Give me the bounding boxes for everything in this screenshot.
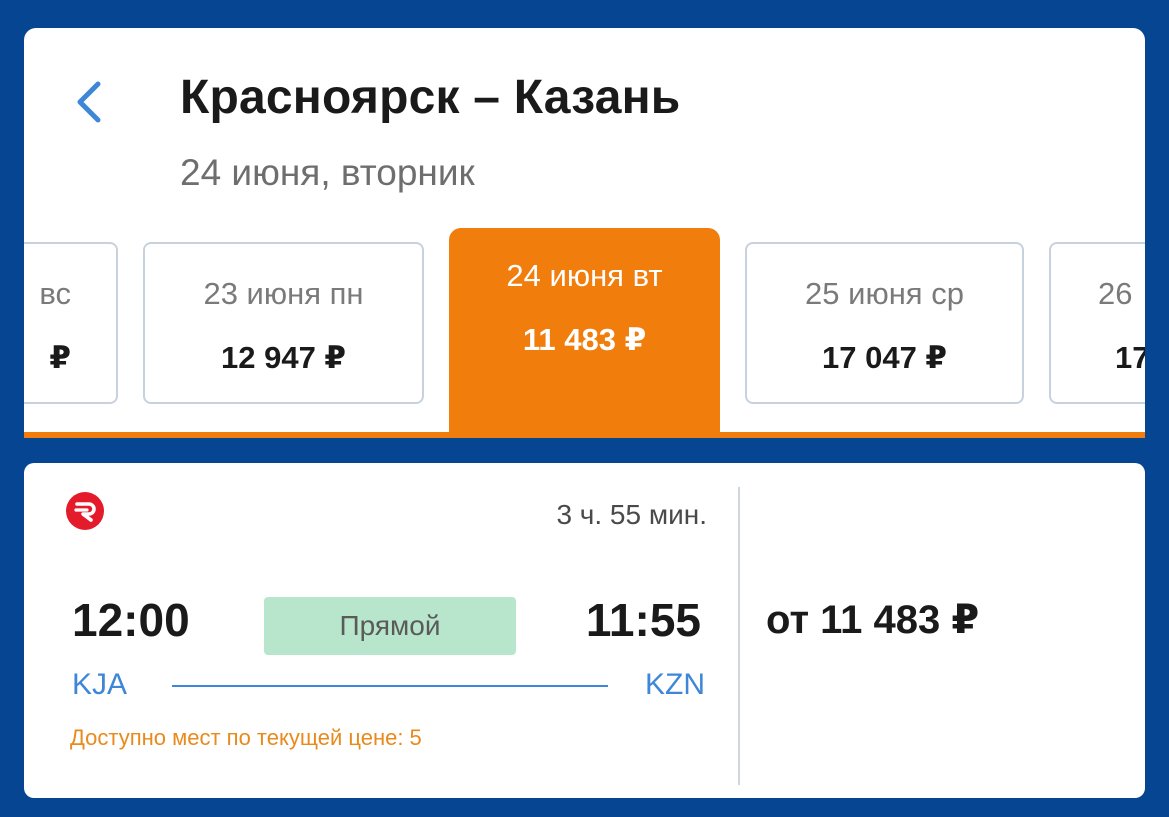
page-title: Красноярск – Казань bbox=[180, 71, 681, 124]
date-tab-price: 17 047 ₽ bbox=[822, 340, 947, 375]
flight-card[interactable]: 3 ч. 55 мин. 12:00 Прямой 11:55 KJA KZN … bbox=[24, 463, 1145, 798]
direct-flight-badge: Прямой bbox=[264, 597, 516, 655]
date-tab-price: 12 947 ₽ bbox=[221, 340, 346, 375]
date-tab-date: вс bbox=[39, 276, 71, 311]
date-tab-26-june[interactable]: 26 17 bbox=[1049, 242, 1145, 404]
back-button[interactable] bbox=[68, 74, 116, 130]
airline-logo-icon bbox=[66, 492, 104, 530]
route-date: 24 июня, вторник bbox=[180, 152, 475, 193]
date-tab-date: 24 июня вт bbox=[506, 258, 663, 293]
chevron-left-icon bbox=[77, 81, 101, 123]
date-tab-23-june[interactable]: 23 июня пн 12 947 ₽ bbox=[143, 242, 424, 404]
date-tab-25-june[interactable]: 25 июня ср 17 047 ₽ bbox=[745, 242, 1024, 404]
route-line bbox=[172, 685, 608, 687]
date-tab-sunday[interactable]: вс ₽ bbox=[24, 242, 118, 404]
arrival-airport-code[interactable]: KZN bbox=[645, 668, 705, 702]
date-tab-price: 17 bbox=[1115, 340, 1145, 375]
card-divider bbox=[738, 487, 740, 785]
seats-availability-note: Доступно мест по текущей цене: 5 bbox=[70, 725, 422, 750]
date-selector: вс ₽ 23 июня пн 12 947 ₽ 24 июня вт 11 4… bbox=[24, 228, 1145, 438]
date-tab-price: 11 483 ₽ bbox=[522, 322, 647, 357]
flight-price[interactable]: от 11 483 ₽ bbox=[766, 597, 979, 643]
date-tab-date: 26 bbox=[1098, 276, 1133, 311]
route-header: Красноярск – Казань 24 июня, вторник вс … bbox=[24, 28, 1145, 438]
date-tab-24-june-selected[interactable]: 24 июня вт 11 483 ₽ bbox=[449, 228, 720, 438]
departure-time: 12:00 bbox=[72, 594, 190, 646]
date-tab-price: ₽ bbox=[49, 340, 71, 375]
selected-date-underline bbox=[24, 432, 1145, 438]
departure-airport-code[interactable]: KJA bbox=[72, 668, 127, 702]
date-tab-date: 25 июня ср bbox=[805, 276, 964, 311]
date-tab-date: 23 июня пн bbox=[203, 276, 364, 311]
arrival-time: 11:55 bbox=[585, 594, 701, 646]
flight-duration: 3 ч. 55 мин. bbox=[556, 499, 707, 530]
